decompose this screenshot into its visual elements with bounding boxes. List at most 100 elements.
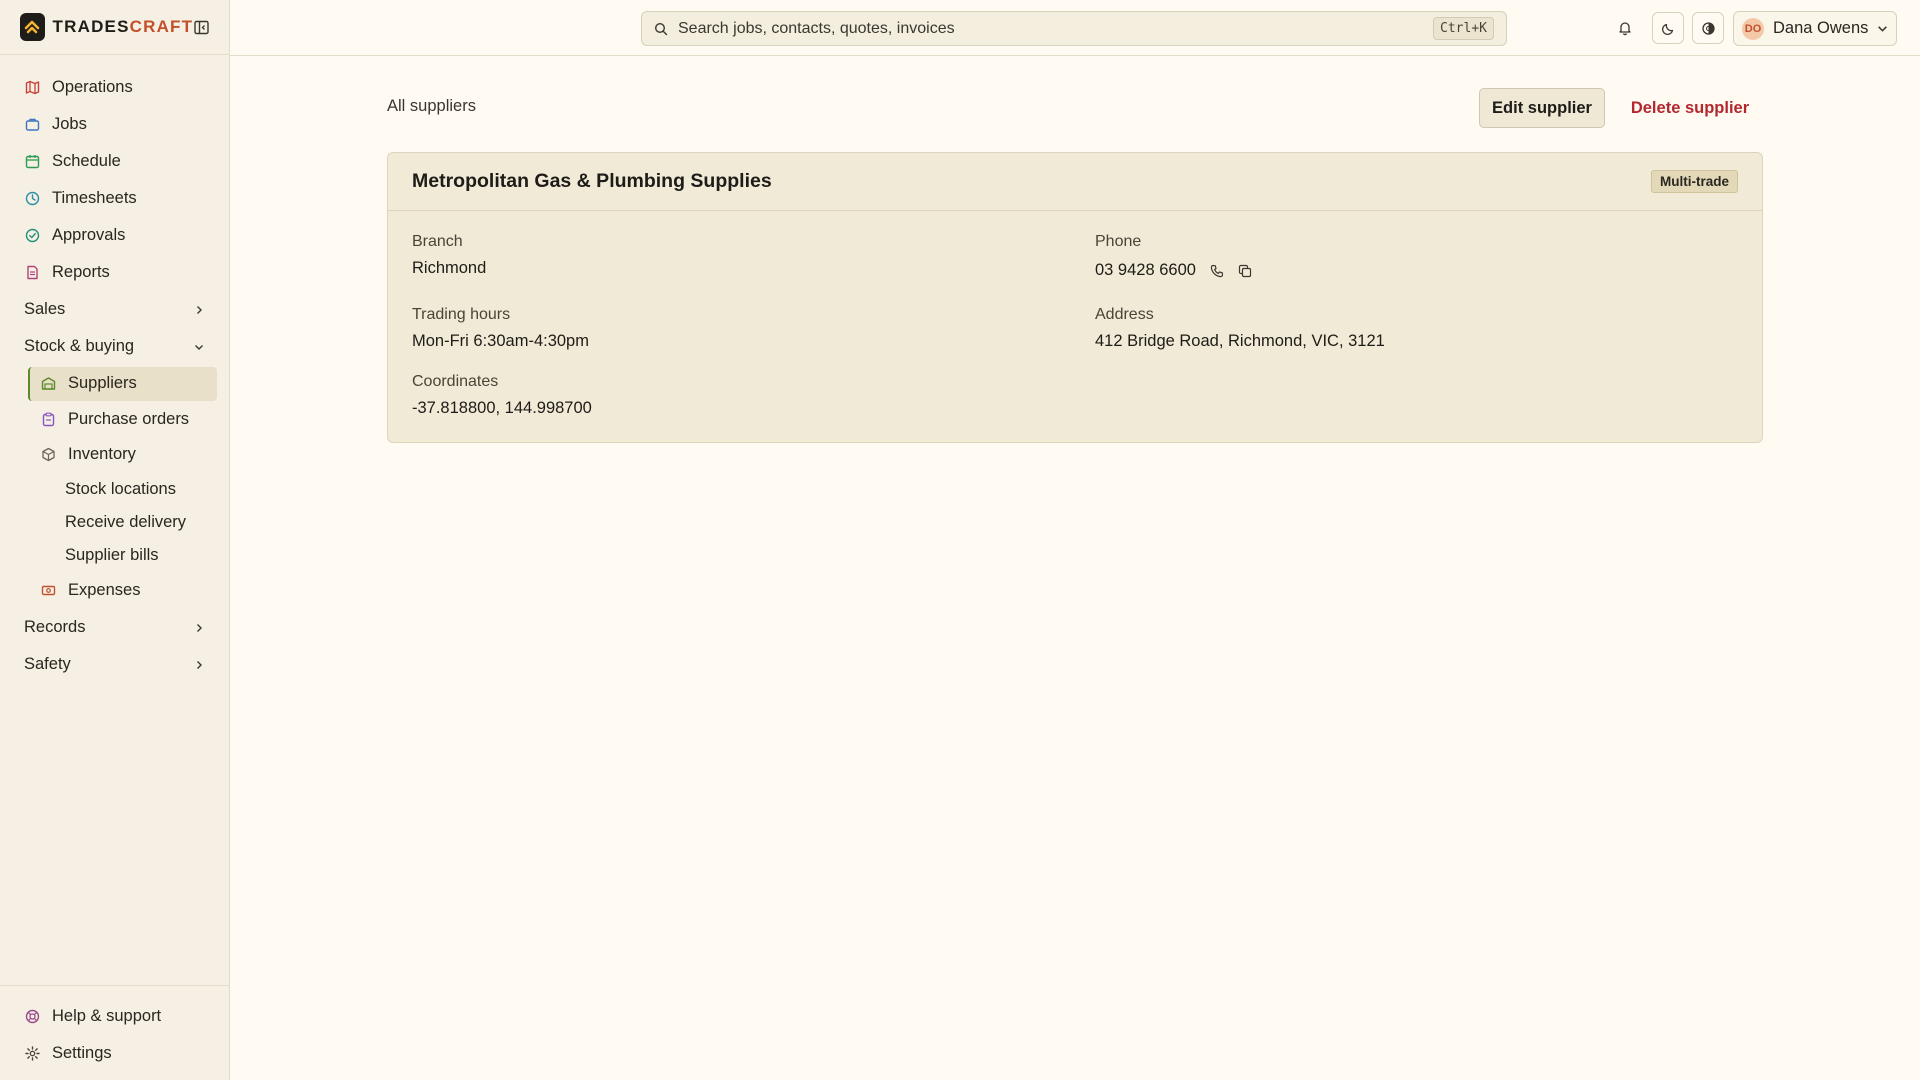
bell-icon [1617, 20, 1633, 36]
moon-icon [1661, 21, 1676, 36]
contrast-button[interactable] [1692, 12, 1724, 44]
sidebar-item-suppliers[interactable]: Suppliers [28, 366, 217, 401]
sidebar-item-label: Purchase orders [68, 409, 190, 428]
sidebar-footer: Help & support Settings [0, 985, 229, 1080]
tradescraft-logo-icon [20, 13, 45, 41]
sidebar-item-label: Help & support [52, 1007, 162, 1025]
chevron-right-icon [193, 622, 205, 634]
supplier-card-header: Metropolitan Gas & Plumbing Supplies Mul… [388, 153, 1762, 211]
sidebar-collapse-icon[interactable] [193, 18, 209, 36]
trading-hours-value: Mon-Fri 6:30am-4:30pm [412, 332, 589, 350]
coordinates-value: -37.818800, 144.998700 [412, 399, 592, 417]
sidebar-group-stock-buying[interactable]: Stock & buying [0, 328, 229, 365]
trade-badge: Multi-trade [1651, 170, 1738, 193]
sidebar-item-label: Inventory [68, 445, 136, 463]
clock-icon [24, 191, 40, 207]
coordinates-field: Coordinates -37.818800, 144.998700 [412, 373, 592, 418]
banknote-icon [40, 583, 56, 599]
warehouse-icon [40, 376, 56, 392]
coordinates-label: Coordinates [412, 373, 499, 390]
sidebar-item-label: Operations [52, 78, 133, 96]
sidebar-item-label: Suppliers [68, 374, 137, 392]
branch-label: Branch [412, 233, 463, 250]
global-search[interactable]: Search jobs, contacts, quotes, invoices … [641, 11, 1507, 46]
edit-supplier-button[interactable]: Edit supplier [1479, 88, 1605, 128]
search-shortcut-badge: Ctrl+K [1433, 17, 1494, 40]
phone-field: Phone 03 9428 6600 [1095, 233, 1254, 280]
sidebar-item-label: Stock locations [65, 480, 176, 498]
sidebar-item-supplier-bills[interactable]: Supplier bills [0, 539, 229, 572]
copy-icon [1238, 264, 1252, 278]
sidebar-item-receive-delivery[interactable]: Receive delivery [0, 506, 229, 539]
sidebar: TRADESCRAFT Operations Jobs Schedule Tim… [0, 0, 230, 1080]
sidebar-item-label: Supplier bills [65, 546, 159, 564]
topbar: Search jobs, contacts, quotes, invoices … [230, 0, 1920, 56]
sidebar-group-sales[interactable]: Sales [0, 291, 229, 328]
notifications-button[interactable] [1609, 12, 1641, 44]
brand-name-accent: CRAFT [129, 17, 194, 36]
phone-value: 03 9428 6600 [1095, 261, 1196, 279]
branch-value: Richmond [412, 259, 487, 277]
phone-label: Phone [1095, 233, 1142, 250]
all-suppliers-link[interactable]: All suppliers [387, 97, 476, 116]
search-icon [654, 22, 668, 36]
theme-toggle-button[interactable] [1652, 12, 1684, 44]
sidebar-item-label: Approvals [52, 226, 126, 244]
sidebar-item-label: Timesheets [52, 189, 137, 207]
address-label: Address [1095, 306, 1154, 323]
sidebar-group-label: Stock & buying [24, 337, 135, 355]
document-icon [24, 265, 40, 281]
search-input[interactable]: Search jobs, contacts, quotes, invoices [678, 20, 955, 38]
chevron-down-icon [193, 341, 205, 353]
brand-name-main: TRADES [52, 17, 130, 36]
brand-name: TRADESCRAFT [53, 17, 194, 37]
address-field: Address 412 Bridge Road, Richmond, VIC, … [1095, 306, 1385, 351]
sidebar-item-label: Schedule [52, 152, 121, 170]
sidebar-item-help[interactable]: Help & support [0, 998, 229, 1035]
sidebar-item-timesheets[interactable]: Timesheets [0, 180, 229, 217]
calendar-icon [24, 154, 40, 170]
sidebar-item-settings[interactable]: Settings [0, 1035, 229, 1072]
sidebar-nav: Operations Jobs Schedule Timesheets Appr… [0, 55, 229, 683]
sidebar-item-expenses[interactable]: Expenses [28, 574, 217, 608]
address-value: 412 Bridge Road, Richmond, VIC, 3121 [1095, 332, 1385, 350]
trading-hours-label: Trading hours [412, 306, 511, 323]
sidebar-item-inventory[interactable]: Inventory [28, 438, 217, 472]
trading-hours-field: Trading hours Mon-Fri 6:30am-4:30pm [412, 306, 589, 351]
sidebar-item-stock-locations[interactable]: Stock locations [0, 473, 229, 506]
sidebar-item-label: Reports [52, 263, 110, 281]
chevron-down-icon [1877, 23, 1888, 34]
briefcase-icon [24, 117, 40, 133]
map-icon [24, 80, 40, 96]
clipboard-icon [40, 411, 56, 427]
sidebar-group-label: Safety [24, 655, 71, 673]
chevron-right-icon [193, 659, 205, 671]
sidebar-item-approvals[interactable]: Approvals [0, 217, 229, 254]
sidebar-group-label: Sales [24, 300, 66, 318]
sidebar-item-reports[interactable]: Reports [0, 254, 229, 291]
avatar: DO [1742, 17, 1764, 40]
delete-supplier-button[interactable]: Delete supplier [1622, 88, 1758, 128]
supplier-card: Metropolitan Gas & Plumbing Supplies Mul… [387, 152, 1763, 443]
supplier-name: Metropolitan Gas & Plumbing Supplies [412, 170, 772, 192]
gear-icon [24, 1046, 40, 1062]
sidebar-group-records[interactable]: Records [0, 609, 229, 646]
call-phone-button[interactable] [1208, 262, 1226, 280]
sidebar-item-label: Settings [52, 1044, 112, 1062]
user-name: Dana Owens [1773, 19, 1869, 37]
sidebar-item-purchase-orders[interactable]: Purchase orders [28, 402, 217, 436]
sidebar-group-safety[interactable]: Safety [0, 646, 229, 683]
contrast-icon [1701, 21, 1716, 36]
check-circle-icon [24, 228, 40, 244]
phone-row: 03 9428 6600 [1095, 261, 1254, 280]
sidebar-item-jobs[interactable]: Jobs [0, 106, 229, 143]
phone-icon [1210, 264, 1224, 278]
sidebar-item-schedule[interactable]: Schedule [0, 143, 229, 180]
copy-phone-button[interactable] [1236, 262, 1254, 280]
chevron-right-icon [193, 304, 205, 316]
brand: TRADESCRAFT [0, 0, 229, 55]
branch-field: Branch Richmond [412, 233, 486, 278]
user-menu[interactable]: DO Dana Owens [1733, 11, 1897, 46]
sidebar-item-operations[interactable]: Operations [0, 69, 229, 106]
sidebar-item-label: Jobs [52, 115, 87, 133]
